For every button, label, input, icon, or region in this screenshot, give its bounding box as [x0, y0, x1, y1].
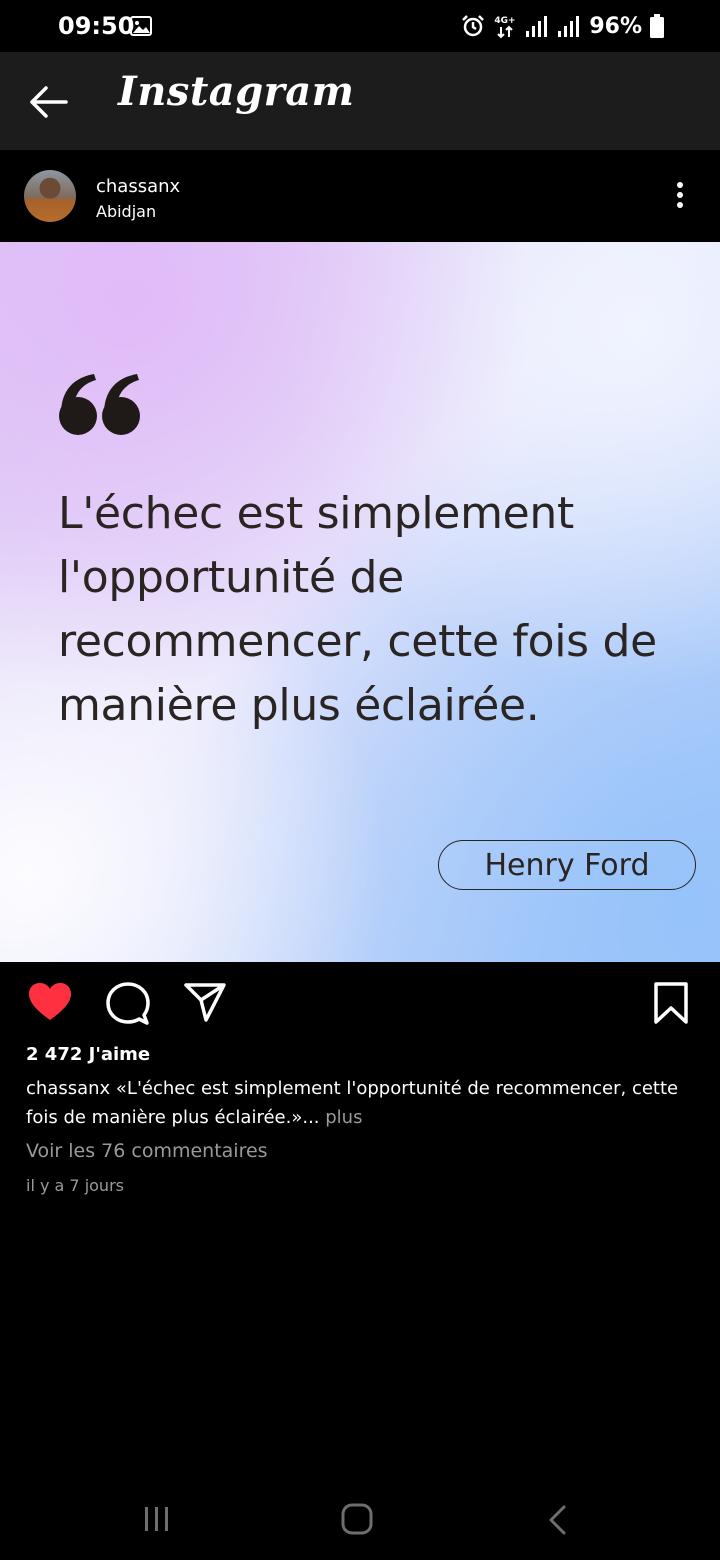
post-location[interactable]: Abidjan	[96, 202, 156, 221]
caption-more-link[interactable]: plus	[325, 1107, 362, 1128]
app-title-logo: Instagram	[118, 68, 355, 115]
comment-bubble-icon[interactable]	[106, 982, 150, 1026]
signal-strength-icon	[526, 16, 548, 37]
back-arrow-icon[interactable]	[26, 82, 70, 122]
nav-back-icon[interactable]	[546, 1504, 570, 1536]
likes-count[interactable]: 2 472 J'aime	[26, 1044, 150, 1065]
caption-username[interactable]: chassanx	[26, 1078, 110, 1099]
network-type-icon: 4G+	[495, 16, 516, 39]
recent-apps-icon[interactable]	[142, 1506, 172, 1532]
quote-text: L'échec est simplement l'opportunité de …	[58, 488, 657, 731]
quote-author: Henry Ford	[438, 840, 696, 890]
status-bar: 09:50 4G+ 96%	[0, 0, 720, 52]
avatar[interactable]	[24, 170, 76, 222]
post-image[interactable]: L'échec est simplement l'opportunité de …	[0, 242, 720, 962]
quote-mark-icon	[59, 374, 140, 435]
battery-percentage: 96%	[589, 13, 642, 39]
heart-filled-icon[interactable]	[28, 982, 72, 1022]
post-username[interactable]: chassanx	[96, 176, 180, 197]
view-comments-link[interactable]: Voir les 76 commentaires	[26, 1140, 268, 1162]
more-options-icon[interactable]	[668, 178, 692, 218]
post-header: chassanx Abidjan	[0, 150, 720, 242]
bookmark-icon[interactable]	[654, 982, 688, 1024]
network-type-label: 4G+	[495, 16, 516, 26]
post-timestamp: il y a 7 jours	[26, 1176, 124, 1195]
home-icon[interactable]	[340, 1502, 374, 1536]
alarm-icon	[462, 15, 485, 37]
signal-strength-2-icon	[558, 16, 580, 37]
battery-icon	[650, 14, 664, 38]
gallery-notification-icon	[130, 16, 152, 36]
status-time: 09:50	[58, 12, 135, 40]
paper-plane-icon[interactable]	[184, 982, 226, 1022]
post-caption: chassanx «L'échec est simplement l'oppor…	[26, 1074, 702, 1132]
post-actions	[0, 962, 720, 1042]
status-indicators: 4G+ 96%	[461, 12, 664, 40]
system-nav-bar	[0, 1480, 720, 1560]
app-bar: Instagram	[0, 52, 720, 150]
